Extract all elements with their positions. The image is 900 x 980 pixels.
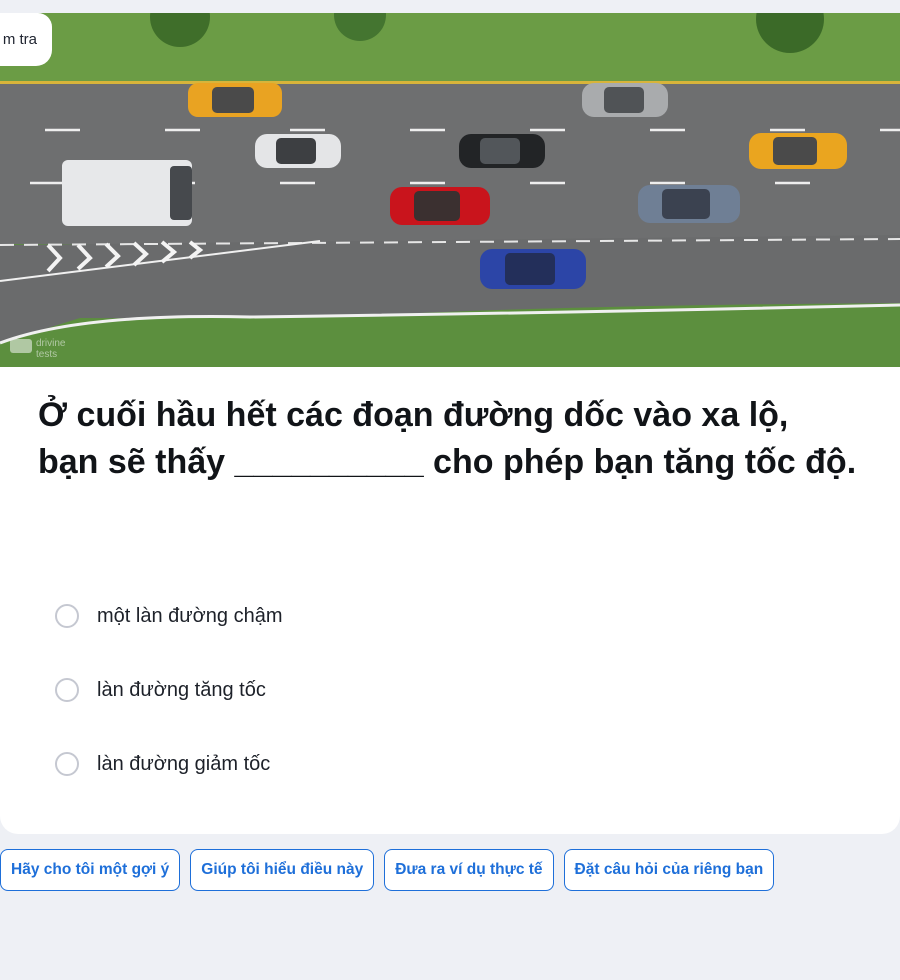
answer-label: làn đường tăng tốc bbox=[97, 678, 266, 701]
answer-option-2[interactable]: làn đường tăng tốc bbox=[55, 662, 655, 718]
ask-own-question-button[interactable]: Đặt câu hỏi của riêng bạn bbox=[563, 849, 775, 891]
watermark-line2: tests bbox=[36, 349, 57, 360]
answer-option-1[interactable]: một làn đường chậm bbox=[55, 588, 655, 644]
radio-circle-icon[interactable] bbox=[55, 752, 79, 776]
suggestion-chips: Hãy cho tôi một gợi ý Giúp tôi hiểu điều… bbox=[0, 849, 784, 891]
test-tab[interactable]: m tra bbox=[0, 13, 52, 66]
answer-options: một làn đường chậm làn đường tăng tốc là… bbox=[55, 588, 655, 810]
answer-label: một làn đường chậm bbox=[97, 604, 283, 627]
radio-circle-icon[interactable] bbox=[55, 604, 79, 628]
question-text: Ở cuối hầu hết các đoạn đường dốc vào xa… bbox=[38, 396, 857, 481]
answer-label: làn đường giảm tốc bbox=[97, 752, 271, 775]
highway-ramp-illustration: drivine tests bbox=[0, 13, 900, 367]
radio-circle-icon[interactable] bbox=[55, 678, 79, 702]
real-example-button[interactable]: Đưa ra ví dụ thực tế bbox=[384, 849, 554, 891]
watermark-line1: drivine bbox=[36, 338, 66, 349]
hint-button[interactable]: Hãy cho tôi một gợi ý bbox=[0, 849, 181, 891]
test-tab-label: m tra bbox=[2, 31, 37, 48]
explain-button[interactable]: Giúp tôi hiểu điều này bbox=[190, 849, 375, 891]
answer-option-3[interactable]: làn đường giảm tốc bbox=[55, 736, 655, 792]
question-card: drivine tests m tra Ở cuối hầu hết các đ… bbox=[0, 13, 900, 834]
